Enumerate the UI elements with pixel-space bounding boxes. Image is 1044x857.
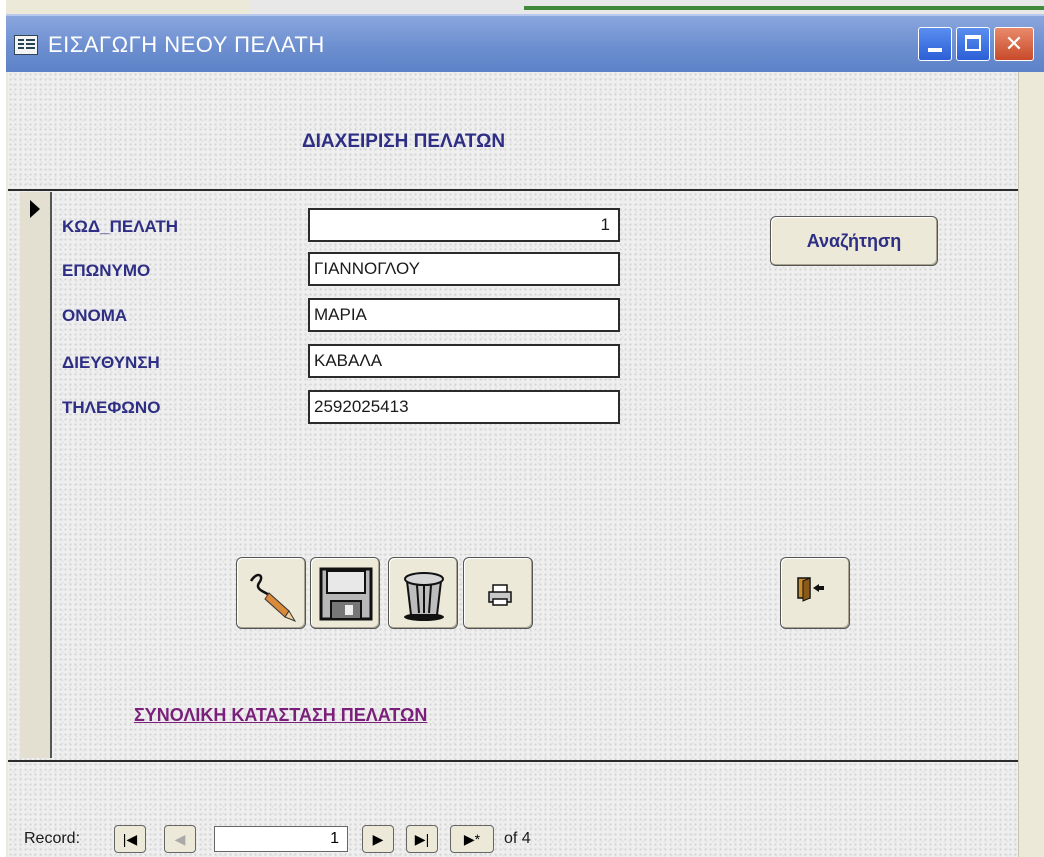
record-count: of 4: [504, 830, 531, 847]
exit-door-icon: [797, 577, 824, 602]
current-record-arrow-icon: [30, 200, 40, 218]
header-divider: [8, 189, 1018, 191]
name-field[interactable]: ΜΑΡΙΑ: [308, 298, 620, 332]
edit-pencil-icon: [249, 573, 297, 623]
save-button[interactable]: [310, 557, 380, 629]
record-navigation-bar: Record: |◀ ◀ 1 ▶ ▶| ▶* of 4: [8, 820, 1018, 857]
save-floppy-icon: [319, 567, 373, 621]
field-label-customer-code: ΚΩΔ_ΠΕΛΑΤΗ: [62, 217, 179, 236]
field-label-name: ΟΝΟΜΑ: [62, 306, 128, 325]
print-icon: [488, 584, 512, 606]
title-bar[interactable]: ΕΙΣΑΓΩΓΗ ΝΕΟΥ ΠΕΛΑΤΗ ✕: [6, 14, 1044, 72]
exit-button[interactable]: [780, 557, 850, 629]
previous-record-button[interactable]: ◀: [164, 825, 196, 853]
next-record-button[interactable]: ▶: [362, 825, 394, 853]
maximize-button[interactable]: [956, 27, 990, 61]
delete-button[interactable]: [388, 557, 458, 629]
form-right-edge: [1018, 72, 1044, 857]
close-button[interactable]: ✕: [994, 27, 1034, 61]
window-title: ΕΙΣΑΓΩΓΗ ΝΕΟΥ ΠΕΛΑΤΗ: [48, 32, 325, 57]
field-label-address: ΔΙΕΥΘΥΝΣΗ: [62, 353, 160, 372]
form-icon: [14, 35, 38, 55]
address-field[interactable]: ΚΑΒΑΛΑ: [308, 344, 620, 378]
first-record-button[interactable]: |◀: [114, 825, 146, 853]
customers-report-link[interactable]: ΣΥΝΟΛΙΚΗ ΚΑΤΑΣΤΑΣΗ ΠΕΛΑΤΩΝ: [134, 705, 427, 726]
maximize-icon: [965, 35, 981, 51]
footer-divider: [8, 760, 1018, 762]
record-selector[interactable]: [20, 192, 52, 758]
search-button[interactable]: Αναζήτηση: [770, 216, 938, 266]
minimize-button[interactable]: [918, 27, 952, 61]
customer-code-field[interactable]: 1: [308, 208, 620, 242]
phone-field[interactable]: 2592025413: [308, 390, 620, 424]
print-button[interactable]: [463, 557, 533, 629]
last-record-button[interactable]: ▶|: [406, 825, 438, 853]
current-record-input[interactable]: 1: [214, 826, 348, 852]
field-label-phone: ΤΗΛΕΦΩΝΟ: [62, 398, 161, 417]
field-label-surname: ΕΠΩΝΥΜΟ: [62, 261, 151, 280]
minimize-icon: [928, 48, 942, 52]
close-icon: ✕: [1004, 31, 1024, 56]
form-header-title: ΔΙΑΧΕΙΡΙΣΗ ΠΕΛΑΤΩΝ: [302, 131, 506, 152]
delete-trash-icon: [404, 572, 444, 621]
new-record-button[interactable]: ▶*: [450, 825, 494, 853]
record-label: Record:: [24, 830, 81, 847]
surname-field[interactable]: ΓΙΑΝΝΟΓΛΟΥ: [308, 252, 620, 286]
edit-button[interactable]: [236, 557, 306, 629]
